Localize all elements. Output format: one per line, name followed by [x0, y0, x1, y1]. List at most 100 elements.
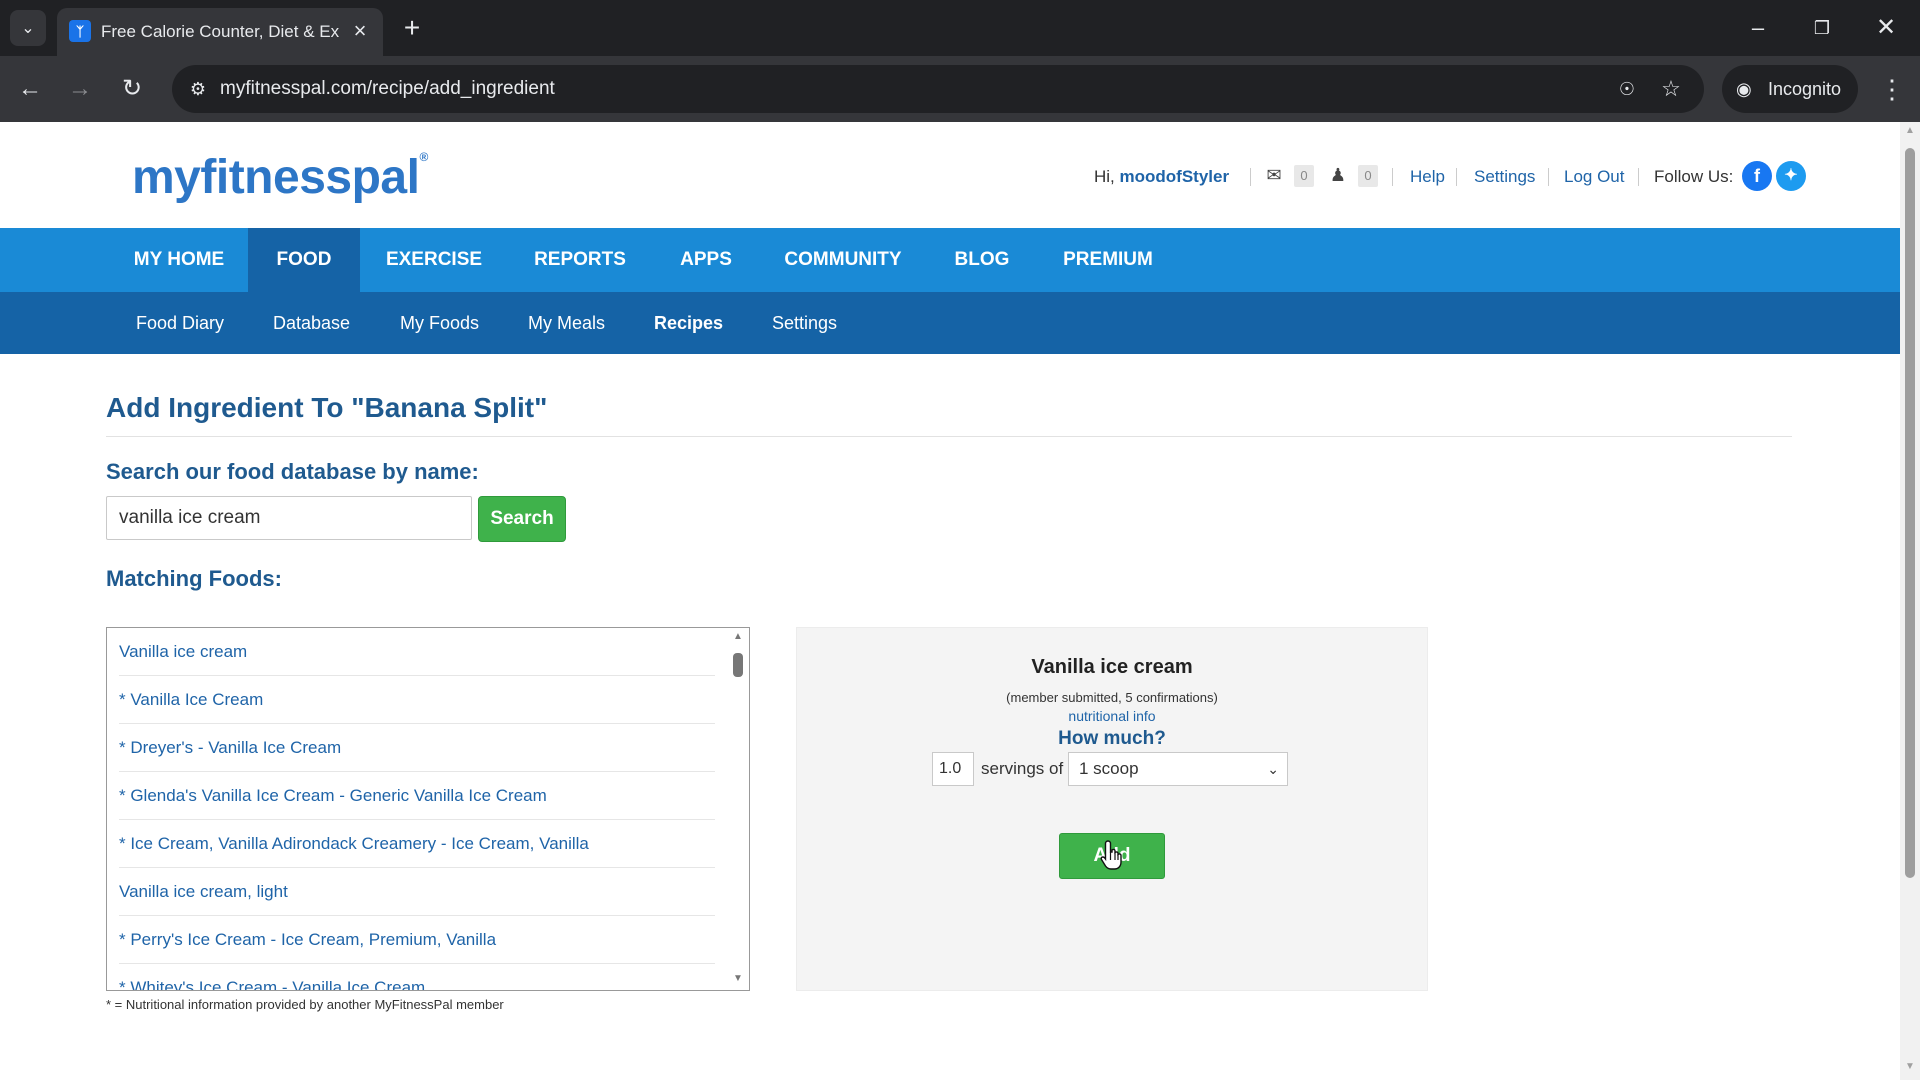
serving-size-select[interactable]: 1 scoop ⌄ — [1068, 752, 1288, 786]
main-nav: MY HOME FOOD EXERCISE REPORTS APPS COMMU… — [0, 228, 1900, 292]
tab-close-icon[interactable]: × — [346, 17, 374, 45]
page-scroll-up-arrow-icon[interactable]: ▲ — [1904, 126, 1916, 136]
sub-nav: Food Diary Database My Foods My Meals Re… — [0, 292, 1900, 354]
food-result-link[interactable]: Vanilla ice cream, light — [119, 882, 288, 902]
myfitnesspal-logo[interactable]: myfitnesspal® — [132, 150, 428, 205]
results-scrollbar[interactable]: ▲ ▼ — [727, 628, 749, 990]
browser-tab[interactable]: ᛉ Free Calorie Counter, Diet & Ex × — [57, 8, 383, 56]
main-nav-my-home[interactable]: MY HOME — [114, 228, 244, 292]
main-nav-premium[interactable]: PREMIUM — [1052, 228, 1164, 292]
member-footnote: * = Nutritional information provided by … — [106, 997, 504, 1012]
header-separator — [1392, 168, 1393, 186]
main-nav-exercise[interactable]: EXERCISE — [374, 228, 494, 292]
hand-pointer-cursor-icon — [1100, 840, 1122, 870]
scroll-thumb[interactable] — [733, 653, 743, 677]
tracking-protection-eye-icon[interactable]: ☉ — [1610, 73, 1644, 105]
list-item[interactable]: * Dreyer's - Vanilla Ice Cream — [107, 724, 717, 772]
food-detail-panel: Vanilla ice cream (member submitted, 5 c… — [796, 627, 1428, 991]
page-title: Add Ingredient To "Banana Split" — [106, 392, 548, 423]
food-result-link[interactable]: * Dreyer's - Vanilla Ice Cream — [119, 738, 341, 758]
browser-tab-bar: ⌄ ᛉ Free Calorie Counter, Diet & Ex × + … — [0, 0, 1920, 56]
incognito-indicator[interactable]: ◉ Incognito — [1722, 65, 1858, 113]
food-search-input[interactable] — [106, 496, 472, 540]
header-separator — [1456, 168, 1457, 186]
tab-search-chevron-icon[interactable]: ⌄ — [10, 10, 46, 46]
title-divider — [106, 436, 1792, 437]
list-item[interactable]: * Ice Cream, Vanilla Adirondack Creamery… — [107, 820, 717, 868]
matching-foods-list[interactable]: Vanilla ice cream * Vanilla Ice Cream * … — [106, 627, 750, 991]
servings-of-label: servings of — [981, 759, 1064, 778]
list-item[interactable]: Vanilla ice cream, light — [107, 868, 717, 916]
main-nav-community[interactable]: COMMUNITY — [770, 228, 916, 292]
food-result-link[interactable]: * Ice Cream, Vanilla Adirondack Creamery… — [119, 834, 589, 854]
help-link[interactable]: Help — [1410, 164, 1445, 190]
header-separator — [1250, 168, 1251, 186]
food-result-link[interactable]: * Whitey's Ice Cream - Vanilla Ice Cream — [119, 978, 425, 990]
new-tab-plus-icon[interactable]: + — [396, 12, 428, 44]
user-greeting: Hi, moodofStyler — [1094, 164, 1229, 190]
window-minimize-icon[interactable]: – — [1734, 8, 1782, 48]
follow-us-label: Follow Us: — [1654, 167, 1734, 186]
selected-food-meta: (member submitted, 5 confirmations) — [1006, 690, 1218, 705]
friend-requests-person-icon[interactable]: ♟ — [1326, 162, 1350, 188]
selected-food-name: Vanilla ice cream — [1031, 656, 1193, 678]
sub-nav-my-meals[interactable]: My Meals — [528, 292, 605, 354]
list-item[interactable]: * Whitey's Ice Cream - Vanilla Ice Cream — [107, 964, 717, 990]
forward-arrow-icon[interactable]: → — [60, 69, 100, 109]
facebook-icon[interactable]: f — [1742, 161, 1772, 191]
nutritional-info-link[interactable]: nutritional info — [797, 708, 1427, 724]
bookmark-star-icon[interactable]: ☆ — [1654, 73, 1688, 105]
incognito-icon: ◉ — [1736, 79, 1752, 99]
scroll-down-arrow-icon[interactable]: ▼ — [733, 974, 743, 984]
site-info-icon[interactable]: ⚙ — [182, 73, 214, 105]
logout-link[interactable]: Log Out — [1564, 164, 1625, 190]
settings-link[interactable]: Settings — [1474, 164, 1535, 190]
myfitnesspal-favicon-icon: ᛉ — [69, 20, 91, 42]
list-item[interactable]: * Glenda's Vanilla Ice Cream - Generic V… — [107, 772, 717, 820]
friend-requests-count: 0 — [1358, 165, 1378, 187]
main-nav-food[interactable]: FOOD — [248, 228, 360, 292]
food-result-link[interactable]: Vanilla ice cream — [119, 642, 247, 662]
serving-size-value: 1 scoop — [1079, 759, 1139, 778]
browser-menu-icon[interactable]: ⋮ — [1874, 69, 1910, 109]
incognito-label: Incognito — [1768, 79, 1842, 99]
window-restore-icon[interactable]: ❐ — [1798, 8, 1846, 48]
matching-foods-label: Matching Foods: — [106, 566, 282, 591]
food-result-link[interactable]: * Glenda's Vanilla Ice Cream - Generic V… — [119, 786, 547, 806]
browser-toolbar: ← → ↻ ⚙ myfitnesspal.com/recipe/add_ingr… — [0, 56, 1920, 122]
sub-nav-my-foods[interactable]: My Foods — [400, 292, 479, 354]
sub-nav-settings[interactable]: Settings — [772, 292, 837, 354]
scroll-up-arrow-icon[interactable]: ▲ — [733, 632, 743, 642]
page-scrollbar[interactable]: ▲ ▼ — [1900, 122, 1920, 1080]
greeting-prefix: Hi, — [1094, 167, 1115, 186]
page-scroll-down-arrow-icon[interactable]: ▼ — [1904, 1062, 1916, 1072]
window-close-icon[interactable]: ✕ — [1862, 8, 1910, 48]
list-item[interactable]: * Vanilla Ice Cream — [107, 676, 717, 724]
header-separator — [1638, 168, 1639, 186]
page-scroll-thumb[interactable] — [1905, 148, 1915, 878]
sub-nav-recipes[interactable]: Recipes — [654, 292, 723, 354]
twitter-icon[interactable]: ✦ — [1776, 161, 1806, 191]
header-separator — [1548, 168, 1549, 186]
food-result-link[interactable]: * Vanilla Ice Cream — [119, 690, 263, 710]
url-text[interactable]: myfitnesspal.com/recipe/add_ingredient — [220, 77, 555, 101]
food-result-link[interactable]: * Perry's Ice Cream - Ice Cream, Premium… — [119, 930, 496, 950]
main-nav-apps[interactable]: APPS — [664, 228, 748, 292]
username-link[interactable]: moodofStyler — [1120, 167, 1230, 186]
list-item[interactable]: Vanilla ice cream — [107, 628, 717, 676]
main-nav-reports[interactable]: REPORTS — [520, 228, 640, 292]
main-nav-blog[interactable]: BLOG — [940, 228, 1024, 292]
reload-icon[interactable]: ↻ — [112, 69, 152, 109]
servings-quantity-input[interactable] — [932, 752, 974, 786]
sub-nav-database[interactable]: Database — [273, 292, 350, 354]
messages-envelope-icon[interactable]: ✉ — [1262, 162, 1286, 188]
back-arrow-icon[interactable]: ← — [10, 69, 50, 109]
address-bar[interactable]: ⚙ myfitnesspal.com/recipe/add_ingredient… — [172, 65, 1704, 113]
search-label: Search our food database by name: — [106, 459, 479, 484]
sub-nav-food-diary[interactable]: Food Diary — [136, 292, 224, 354]
list-item[interactable]: * Perry's Ice Cream - Ice Cream, Premium… — [107, 916, 717, 964]
search-button[interactable]: Search — [478, 496, 566, 542]
how-much-label: How much? — [1058, 728, 1166, 749]
tab-title: Free Calorie Counter, Diet & Ex — [101, 22, 340, 41]
logo-text: myfitnesspal — [132, 151, 420, 204]
